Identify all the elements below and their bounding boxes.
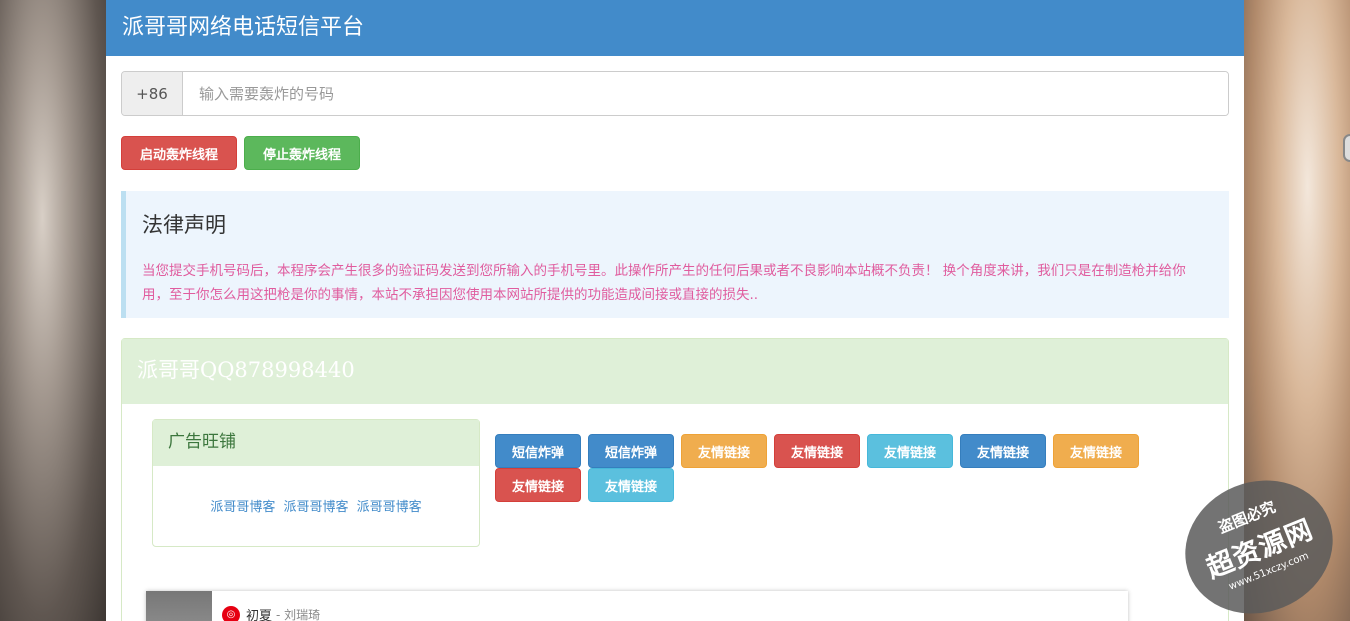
legal-notice: 法律声明 当您提交手机号码后，本程序会产生很多的验证码发送到您所输入的手机号里。… (121, 191, 1229, 318)
friend-link-7[interactable]: 友情链接 (588, 468, 674, 502)
friend-link-5[interactable]: 友情链接 (1053, 434, 1139, 468)
music-player[interactable]: ◎ 初夏 - 刘瑞琦 (146, 591, 1128, 621)
country-code-addon: +86 (122, 72, 183, 115)
ad-link-blog-1[interactable]: 派哥哥博客 (210, 500, 275, 515)
netease-music-icon: ◎ (222, 605, 240, 621)
phone-number-input[interactable] (183, 72, 1228, 115)
friend-link-3[interactable]: 友情链接 (867, 434, 953, 468)
track-artist: - 刘瑞琦 (276, 608, 321, 621)
ad-links: 派哥哥博客 派哥哥博客 派哥哥博客 (153, 496, 479, 515)
track-info: ◎ 初夏 - 刘瑞琦 (222, 605, 320, 621)
ad-box: 广告旺铺 派哥哥博客 派哥哥博客 派哥哥博客 (152, 419, 480, 547)
track-title: 初夏 (246, 609, 273, 621)
ad-link-blog-3[interactable]: 派哥哥博客 (357, 500, 422, 515)
friend-link-1[interactable]: 友情链接 (681, 434, 767, 468)
friend-link-6[interactable]: 友情链接 (495, 468, 581, 502)
stop-thread-button[interactable]: 停止轰炸线程 (244, 136, 360, 170)
start-thread-button[interactable]: 启动轰炸线程 (121, 136, 237, 170)
friend-link-2[interactable]: 友情链接 (774, 434, 860, 468)
friend-link-4[interactable]: 友情链接 (960, 434, 1046, 468)
main-container: 派哥哥网络电话短信平台 +86 启动轰炸线程 停止轰炸线程 法律声明 当您提交手… (106, 0, 1244, 621)
sms-bomb-link-2[interactable]: 短信炸弹 (588, 434, 674, 468)
panel-heading: 派哥哥QQ878998440 (122, 339, 1228, 404)
links-panel: 派哥哥QQ878998440 广告旺铺 派哥哥博客 派哥哥博客 派哥哥博客 短信… (121, 338, 1229, 621)
sms-bomb-link-1[interactable]: 短信炸弹 (495, 434, 581, 468)
scroll-handle[interactable] (1343, 134, 1350, 162)
background-left (0, 0, 106, 621)
legal-notice-text: 当您提交手机号码后，本程序会产生很多的验证码发送到您所输入的手机号里。此操作所产… (142, 263, 1186, 303)
phone-input-group: +86 (121, 71, 1229, 116)
legal-notice-title: 法律声明 (142, 213, 226, 237)
page-title: 派哥哥网络电话短信平台 (106, 0, 1244, 56)
ad-heading: 广告旺铺 (153, 420, 479, 466)
ad-link-blog-2[interactable]: 派哥哥博客 (283, 500, 348, 515)
album-cover (146, 591, 212, 621)
